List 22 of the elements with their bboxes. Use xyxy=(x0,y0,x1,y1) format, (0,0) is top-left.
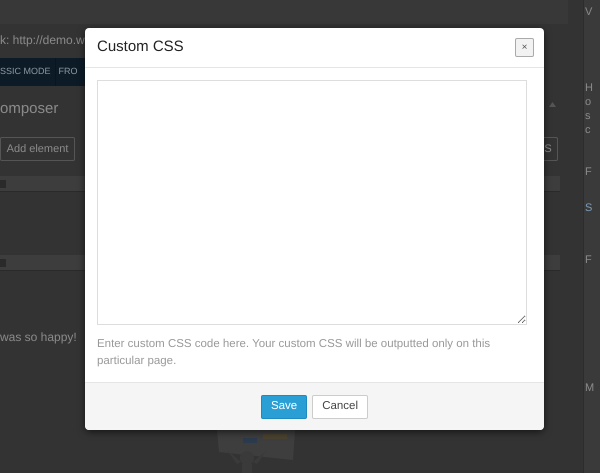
sidebar-text: c xyxy=(585,123,590,138)
sidebar-text: F xyxy=(585,165,592,180)
sidebar-text: F xyxy=(585,253,592,268)
sidebar-text: H xyxy=(585,81,593,96)
content-text: was so happy! xyxy=(0,329,77,346)
dialog-title: Custom CSS xyxy=(97,37,184,58)
help-text: Enter custom CSS code here. Your custom CSS will be outputted only on this particular page. xyxy=(97,337,492,369)
add-element-button[interactable]: Add element xyxy=(0,137,75,161)
css-input[interactable] xyxy=(97,80,527,325)
sidebar-text: M xyxy=(585,381,594,396)
sidebar-text: o xyxy=(585,95,592,110)
mode-tab[interactable]: FRO xyxy=(56,65,78,79)
permalink-text: k: http://demo.w xyxy=(0,32,85,49)
mode-tab[interactable]: SSIC MODE xyxy=(0,58,56,86)
close-button[interactable]: × xyxy=(515,38,534,57)
collapse-icon[interactable] xyxy=(549,102,556,107)
sidebar-text: S xyxy=(585,201,592,216)
save-button[interactable]: Save xyxy=(260,394,308,418)
cancel-button[interactable]: Cancel xyxy=(312,394,368,418)
sidebar-text: s xyxy=(585,109,590,124)
sidebar-text: V xyxy=(585,5,592,20)
panel-title: omposer xyxy=(0,99,58,119)
